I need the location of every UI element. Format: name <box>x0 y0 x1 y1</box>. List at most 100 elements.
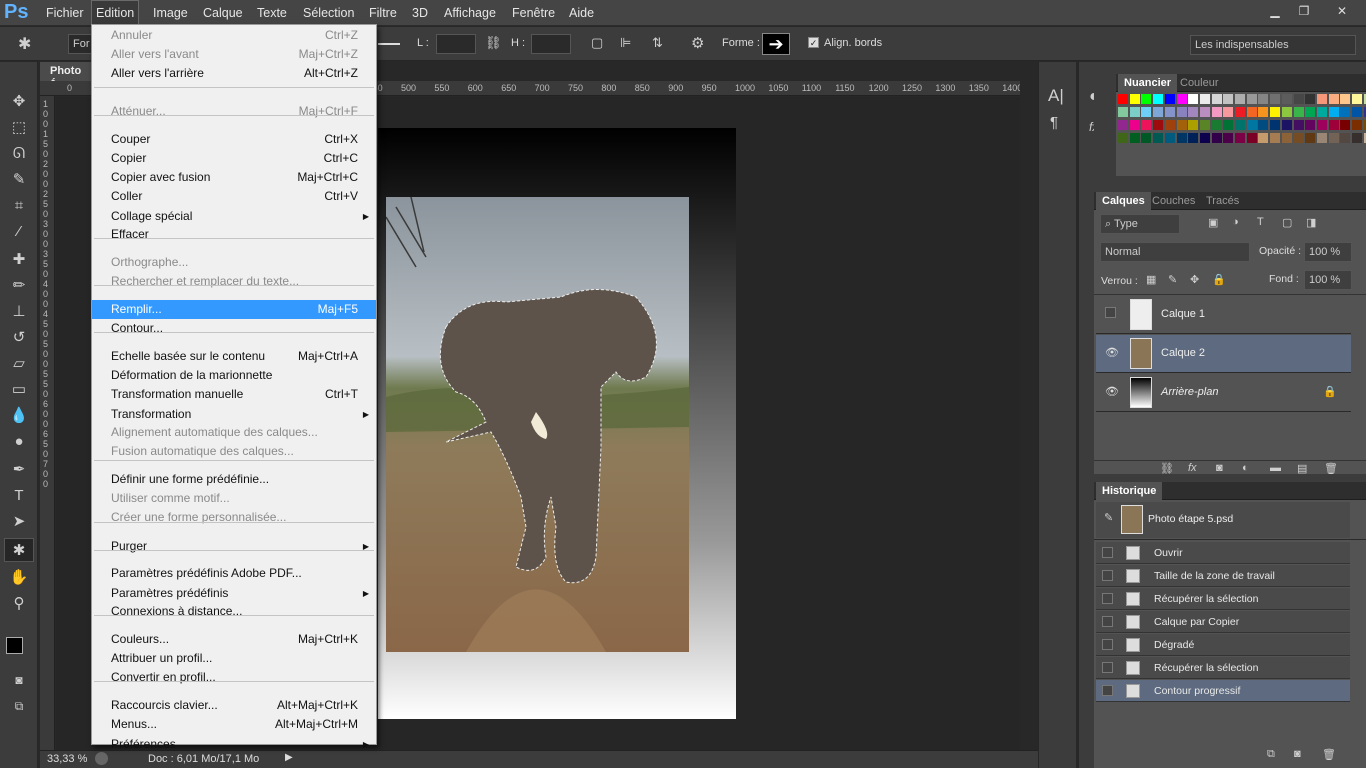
marquee-tool-icon[interactable]: ⬚ <box>4 116 34 140</box>
height-field[interactable] <box>531 34 571 54</box>
menu-filtre[interactable]: Filtre <box>365 0 401 26</box>
color-swatch[interactable] <box>1129 94 1140 104</box>
eraser-tool-icon[interactable]: ▱ <box>4 352 34 376</box>
history-checkbox[interactable] <box>1102 662 1113 673</box>
color-swatch[interactable] <box>1281 120 1292 130</box>
menu-affichage[interactable]: Affichage <box>440 0 500 26</box>
history-state[interactable]: Dégradé <box>1096 634 1350 656</box>
edition-menu-item[interactable]: Définir une forme prédéfinie... <box>92 470 376 489</box>
menu-texte[interactable]: Texte <box>253 0 291 26</box>
trash-icon[interactable]: 🗑 <box>1324 462 1338 475</box>
history-state[interactable]: Contour progressif <box>1096 680 1350 702</box>
color-swatch[interactable] <box>1316 107 1327 117</box>
camera-icon[interactable]: ◙ <box>1294 748 1301 760</box>
shape-picker[interactable]: ➔ <box>762 33 790 55</box>
edition-menu-item[interactable]: Couleurs... Maj+Ctrl+K <box>92 630 376 649</box>
color-swatch[interactable] <box>1235 120 1245 130</box>
quick-selection-tool-icon[interactable]: ✎ <box>4 168 34 192</box>
lasso-tool-icon[interactable]: ᘏ <box>4 142 34 166</box>
screen-mode-icon[interactable]: ⧉ <box>4 694 34 718</box>
menu-aide[interactable]: Aide <box>565 0 598 26</box>
edition-menu-item[interactable]: Menus... Alt+Maj+Ctrl+M <box>92 715 376 734</box>
color-swatch[interactable] <box>1188 120 1199 130</box>
color-swatch[interactable] <box>1223 107 1234 117</box>
eye-icon[interactable]: 👁 <box>1105 346 1119 359</box>
color-swatch[interactable] <box>1281 107 1292 117</box>
edition-menu-item[interactable]: Attribuer un profil... <box>92 649 376 668</box>
visibility-toggle[interactable] <box>1105 307 1116 318</box>
color-swatch[interactable] <box>1316 120 1327 130</box>
history-checkbox[interactable] <box>1102 639 1113 650</box>
color-swatch[interactable] <box>1328 133 1339 143</box>
type-tool-icon[interactable]: T <box>4 484 34 508</box>
new-layer-icon[interactable]: ▤ <box>1297 462 1307 475</box>
lock-position-icon[interactable]: ✥ <box>1190 273 1199 286</box>
path-selection-tool-icon[interactable]: ➤ <box>4 510 34 534</box>
edition-menu-item[interactable]: Paramètres prédéfinis Adobe PDF... <box>92 564 376 583</box>
edition-menu-item[interactable]: Collage spécial ▶ <box>92 207 376 226</box>
color-swatch[interactable] <box>1258 133 1269 143</box>
history-checkbox[interactable] <box>1102 593 1113 604</box>
color-swatch[interactable] <box>1281 133 1292 143</box>
color-swatch[interactable] <box>1305 133 1316 143</box>
edition-menu-item[interactable]: Connexions à distance... <box>92 602 376 621</box>
add-mask-icon[interactable]: ◙ <box>1216 462 1223 474</box>
edition-menu-item[interactable]: Déformation de la marionnette <box>92 366 376 385</box>
color-swatch[interactable] <box>1129 107 1140 117</box>
swatches-grid[interactable] <box>1116 92 1366 176</box>
color-swatch[interactable] <box>1340 94 1351 104</box>
tab-nuancier[interactable]: Nuancier <box>1118 74 1178 92</box>
lock-all-icon[interactable]: 🔒 <box>1212 273 1226 286</box>
color-swatch[interactable] <box>1199 94 1210 104</box>
align-edges-checkbox[interactable]: ✓ <box>808 37 819 48</box>
color-swatch[interactable] <box>1211 133 1222 143</box>
menu-3d[interactable]: 3D <box>408 0 432 26</box>
color-swatch[interactable] <box>1153 107 1164 117</box>
hand-tool-icon[interactable]: ✋ <box>4 566 34 590</box>
healing-brush-tool-icon[interactable]: ✚ <box>4 248 34 272</box>
color-swatch[interactable] <box>1293 133 1304 143</box>
color-swatch[interactable] <box>1293 107 1304 117</box>
width-field[interactable] <box>436 34 476 54</box>
history-checkbox[interactable] <box>1102 616 1113 627</box>
history-state[interactable]: Récupérer la sélection <box>1096 588 1350 610</box>
color-swatch[interactable] <box>1199 107 1210 117</box>
color-swatch[interactable] <box>1258 107 1269 117</box>
color-swatch[interactable] <box>1223 120 1234 130</box>
layer-name[interactable]: Calque 1 <box>1161 308 1205 320</box>
trash-icon[interactable]: 🗑 <box>1322 748 1336 761</box>
layer-filter-select[interactable]: ⌕ Type <box>1100 214 1180 234</box>
history-brush-tool-icon[interactable]: ↺ <box>4 326 34 350</box>
layer-row-calque-1[interactable]: Calque 1 <box>1096 296 1351 334</box>
edition-menu-item[interactable]: Couper Ctrl+X <box>92 130 376 149</box>
color-swatch[interactable] <box>1211 94 1222 104</box>
workspace-select[interactable]: Les indispensables <box>1190 35 1356 55</box>
color-swatch[interactable] <box>1188 107 1199 117</box>
color-swatch[interactable] <box>1141 133 1152 143</box>
move-tool-icon[interactable]: ✥ <box>4 90 34 114</box>
color-swatch[interactable] <box>1340 133 1351 143</box>
color-swatch[interactable] <box>1340 107 1351 117</box>
fx-icon[interactable]: fx <box>1188 462 1197 474</box>
opacity-field[interactable]: 100 % <box>1304 242 1352 262</box>
paragraph-panel-icon[interactable]: ¶ <box>1050 114 1058 131</box>
color-swatch[interactable] <box>1164 107 1175 117</box>
color-swatch[interactable] <box>1118 107 1128 117</box>
history-state[interactable]: Ouvrir <box>1096 542 1350 564</box>
color-swatch[interactable] <box>1235 133 1245 143</box>
color-swatch[interactable] <box>1352 107 1362 117</box>
color-swatch[interactable] <box>1118 133 1128 143</box>
edition-menu-item[interactable]: Contour... <box>92 319 376 338</box>
color-swatch[interactable] <box>1246 94 1257 104</box>
history-state[interactable]: Taille de la zone de travail <box>1096 565 1350 587</box>
color-swatch[interactable] <box>1176 107 1187 117</box>
zoom-tool-icon[interactable]: ⚲ <box>4 592 34 616</box>
edition-menu-item[interactable]: Convertir en profil... <box>92 668 376 687</box>
edition-menu-item[interactable]: Paramètres prédéfinis ▶ <box>92 584 376 603</box>
color-swatch[interactable] <box>1176 94 1187 104</box>
color-swatch[interactable] <box>1141 94 1152 104</box>
layer-name[interactable]: Calque 2 <box>1161 347 1205 359</box>
menu-edition[interactable]: Edition <box>91 0 140 26</box>
color-swatch[interactable] <box>1176 120 1187 130</box>
stroke-width-preview[interactable] <box>378 43 400 45</box>
